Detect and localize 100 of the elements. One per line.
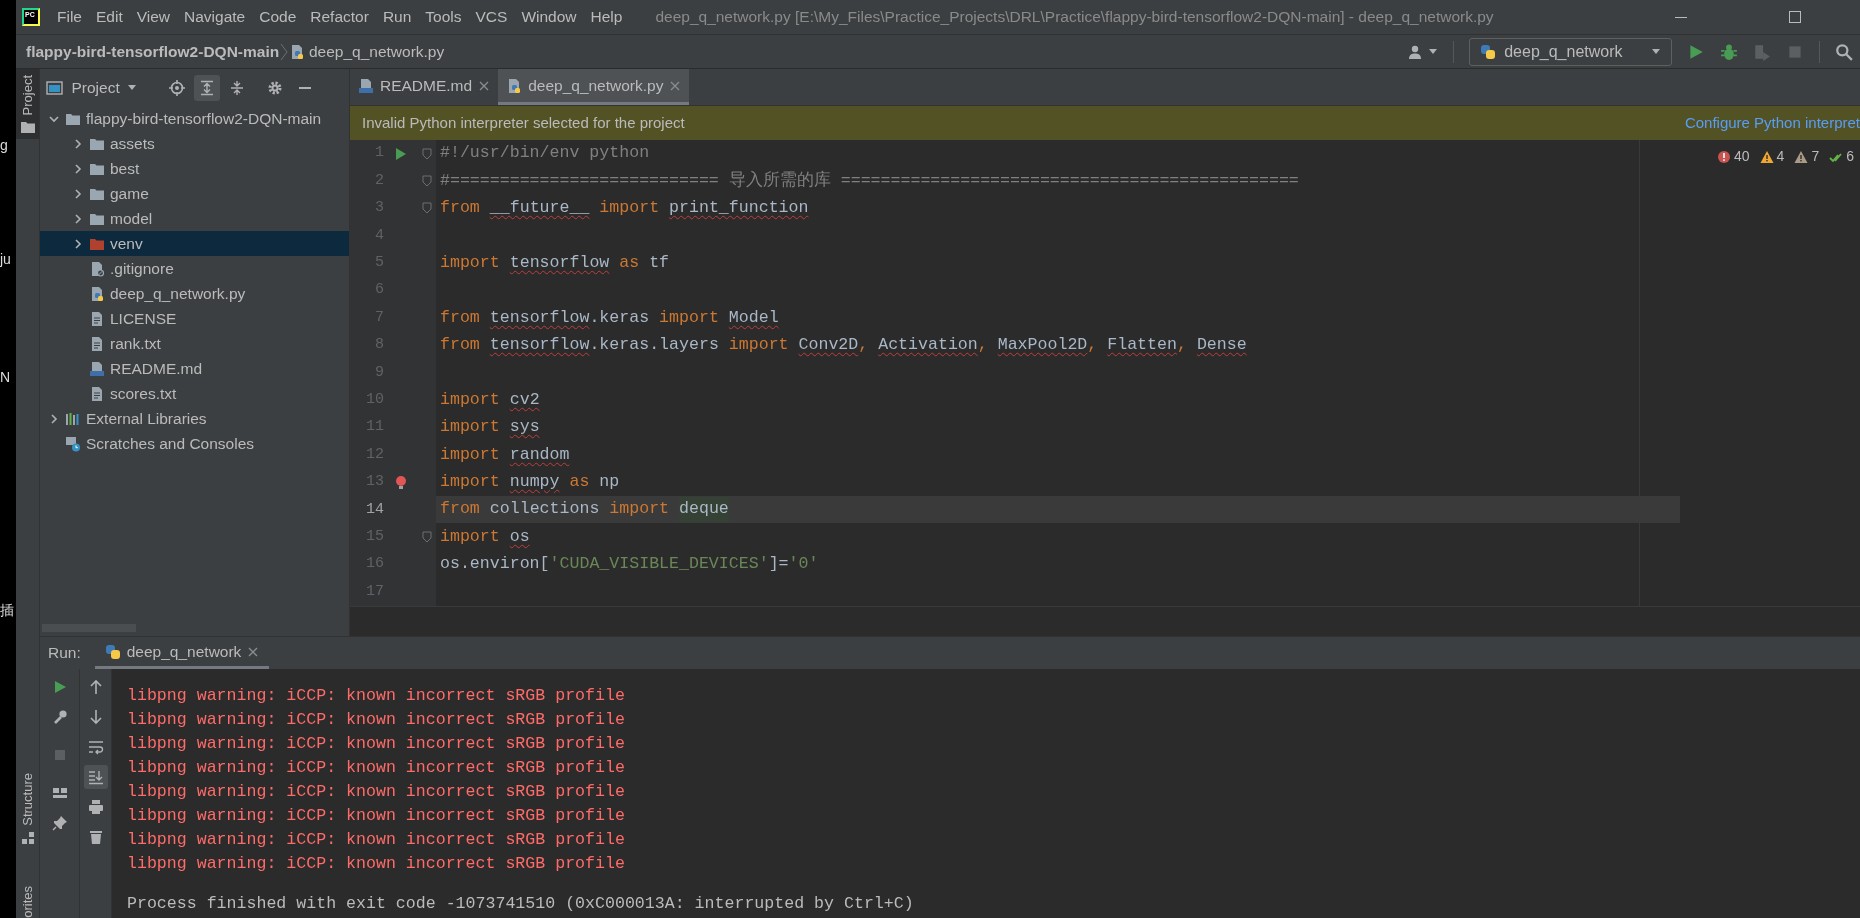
tree-item[interactable]: External Libraries (40, 406, 349, 431)
warning-icon (1794, 149, 1809, 164)
menu-item[interactable]: Refactor (303, 5, 376, 29)
library-icon (65, 410, 81, 427)
editor-tab[interactable]: deep_q_network.py (498, 69, 690, 105)
caret-icon[interactable] (1428, 48, 1439, 55)
code-line: import cv2 (439, 388, 541, 411)
console-line: libpng warning: iCCP: known incorrect sRGB profile (127, 853, 626, 875)
python-file-icon (89, 285, 105, 302)
close-icon[interactable] (478, 79, 491, 92)
tree-item[interactable]: rank.txt (40, 331, 349, 356)
menu-item[interactable]: Edit (89, 5, 130, 29)
code-line: import random (439, 443, 571, 466)
breadcrumb-item[interactable]: deep_q_network.py (289, 39, 445, 64)
tree-item[interactable]: .gitignore (40, 256, 349, 281)
ignore-file-icon (89, 260, 105, 277)
code-line: #=========================== 导入所需的库 ============================================== (439, 169, 1300, 192)
code-line: import os (439, 525, 531, 548)
tree-item[interactable]: venv (40, 231, 349, 256)
console-line: libpng warning: iCCP: known incorrect sRGB profile (127, 805, 626, 827)
inspection-counter[interactable]: 4 (1759, 146, 1785, 167)
chevron-icon[interactable] (48, 412, 60, 425)
maximize-icon[interactable] (1788, 10, 1802, 24)
text-file-icon (89, 385, 105, 402)
line-number: 14 (365, 499, 384, 520)
folder-icon (20, 121, 35, 134)
expand-all-icon[interactable] (193, 74, 220, 101)
background-text: g (0, 138, 8, 152)
tree-item[interactable]: flappy-bird-tensorflow2-DQN-main (40, 106, 349, 131)
tree-item[interactable]: Scratches and Consoles (40, 431, 349, 456)
breadcrumb-item[interactable]: flappy-bird-tensorflow2-DQN-main (26, 39, 280, 64)
window-icon (46, 79, 64, 96)
inspection-counter[interactable]: 7 (1794, 146, 1820, 167)
chevron-icon[interactable] (72, 212, 84, 225)
python-icon (1480, 43, 1497, 60)
chevron-icon[interactable] (72, 237, 84, 250)
inspection-counter[interactable]: 40 (1717, 146, 1750, 167)
code-line: import sys (439, 416, 541, 439)
text-file-icon (89, 335, 105, 352)
tree-item[interactable]: LICENSE (40, 306, 349, 331)
run-config-dropdown[interactable]: deep_q_network (1469, 37, 1672, 66)
menu-item[interactable]: Window (514, 5, 584, 29)
code-line: import numpy as np (439, 470, 621, 493)
text-file-icon (89, 310, 105, 327)
code-line: import tensorflow as tf (439, 251, 671, 274)
menu-item[interactable]: Help (583, 5, 630, 29)
panel-label: Run: (47, 643, 82, 664)
close-icon[interactable] (247, 645, 260, 658)
tool-window-tab[interactable]: orites (16, 880, 39, 918)
menu-item[interactable]: File (50, 5, 89, 29)
fold-marker-icon[interactable] (422, 147, 432, 160)
menu-item[interactable]: Navigate (177, 5, 253, 29)
python-file-icon (506, 77, 523, 94)
code-line: from tensorflow.keras.layers import Conv2D, Activation, MaxPool2D, Flatten, Dense (439, 334, 1248, 356)
tree-item[interactable]: deep_q_network.py (40, 281, 349, 306)
tree-item[interactable]: game (40, 181, 349, 206)
background-text: ju (0, 252, 11, 266)
python-file-icon (289, 43, 306, 60)
tree-item[interactable]: assets (40, 131, 349, 156)
menu-item[interactable]: Tools (418, 5, 469, 29)
structure-icon (21, 832, 34, 845)
scroll-to-end-icon[interactable] (83, 765, 108, 789)
menu-item[interactable]: Code (252, 5, 304, 29)
menu-item[interactable]: Run (375, 5, 419, 29)
project-view-dropdown[interactable]: Project (46, 75, 138, 100)
console-line: libpng warning: iCCP: known incorrect sRGB profile (127, 733, 626, 755)
warning-icon (1759, 149, 1774, 164)
code-line: from tensorflow.keras import Model (439, 306, 780, 329)
console-line: Process finished with exit code -1073741510 (0xC000013A: interrupted by Ctrl+C) (127, 893, 915, 915)
tool-window-tab[interactable]: Structure (16, 767, 39, 851)
caret-icon (1650, 48, 1661, 55)
run-icon[interactable] (394, 146, 408, 161)
chevron-icon[interactable] (72, 162, 84, 175)
scratches-icon (65, 435, 81, 452)
background-text: N (0, 370, 11, 384)
tree-item[interactable]: README.md (40, 356, 349, 381)
tool-window-tab[interactable]: Project (16, 69, 39, 140)
tree-item[interactable]: model (40, 206, 349, 231)
menu-item[interactable]: VCS (468, 5, 515, 29)
fold-marker-icon[interactable] (422, 175, 432, 188)
run-tab[interactable]: deep_q_network (94, 637, 270, 669)
fold-marker-icon[interactable] (422, 531, 432, 544)
window-title: deep_q_network.py [E:\My_Files\Practice_Projects\DRL\Practice\flappy-bird-tensorflow2-DQN-main] - deep_q_network.py (655, 7, 1494, 28)
tree-item[interactable]: best (40, 156, 349, 181)
configure-link[interactable]: Configure Python interpret (1684, 111, 1860, 135)
editor-tab[interactable]: README.md (350, 69, 499, 105)
caret-icon (127, 84, 138, 91)
fold-marker-icon[interactable] (422, 202, 432, 215)
error-icon (1717, 149, 1732, 164)
chevron-icon[interactable] (72, 187, 84, 200)
bug-icon[interactable] (1719, 42, 1738, 61)
breadcrumb-separator-icon (279, 41, 290, 62)
tree-item[interactable]: scores.txt (40, 381, 349, 406)
inspection-counter[interactable]: 6 (1829, 146, 1854, 167)
python-icon (104, 643, 121, 660)
menu-item[interactable]: View (129, 5, 178, 29)
search-icon[interactable] (1834, 42, 1853, 61)
code-line: os.environ['CUDA_VISIBLE_DEVICES']='0' (439, 553, 820, 576)
console-line: libpng warning: iCCP: known incorrect sRGB profile (127, 757, 626, 779)
chevron-icon[interactable] (72, 137, 84, 150)
